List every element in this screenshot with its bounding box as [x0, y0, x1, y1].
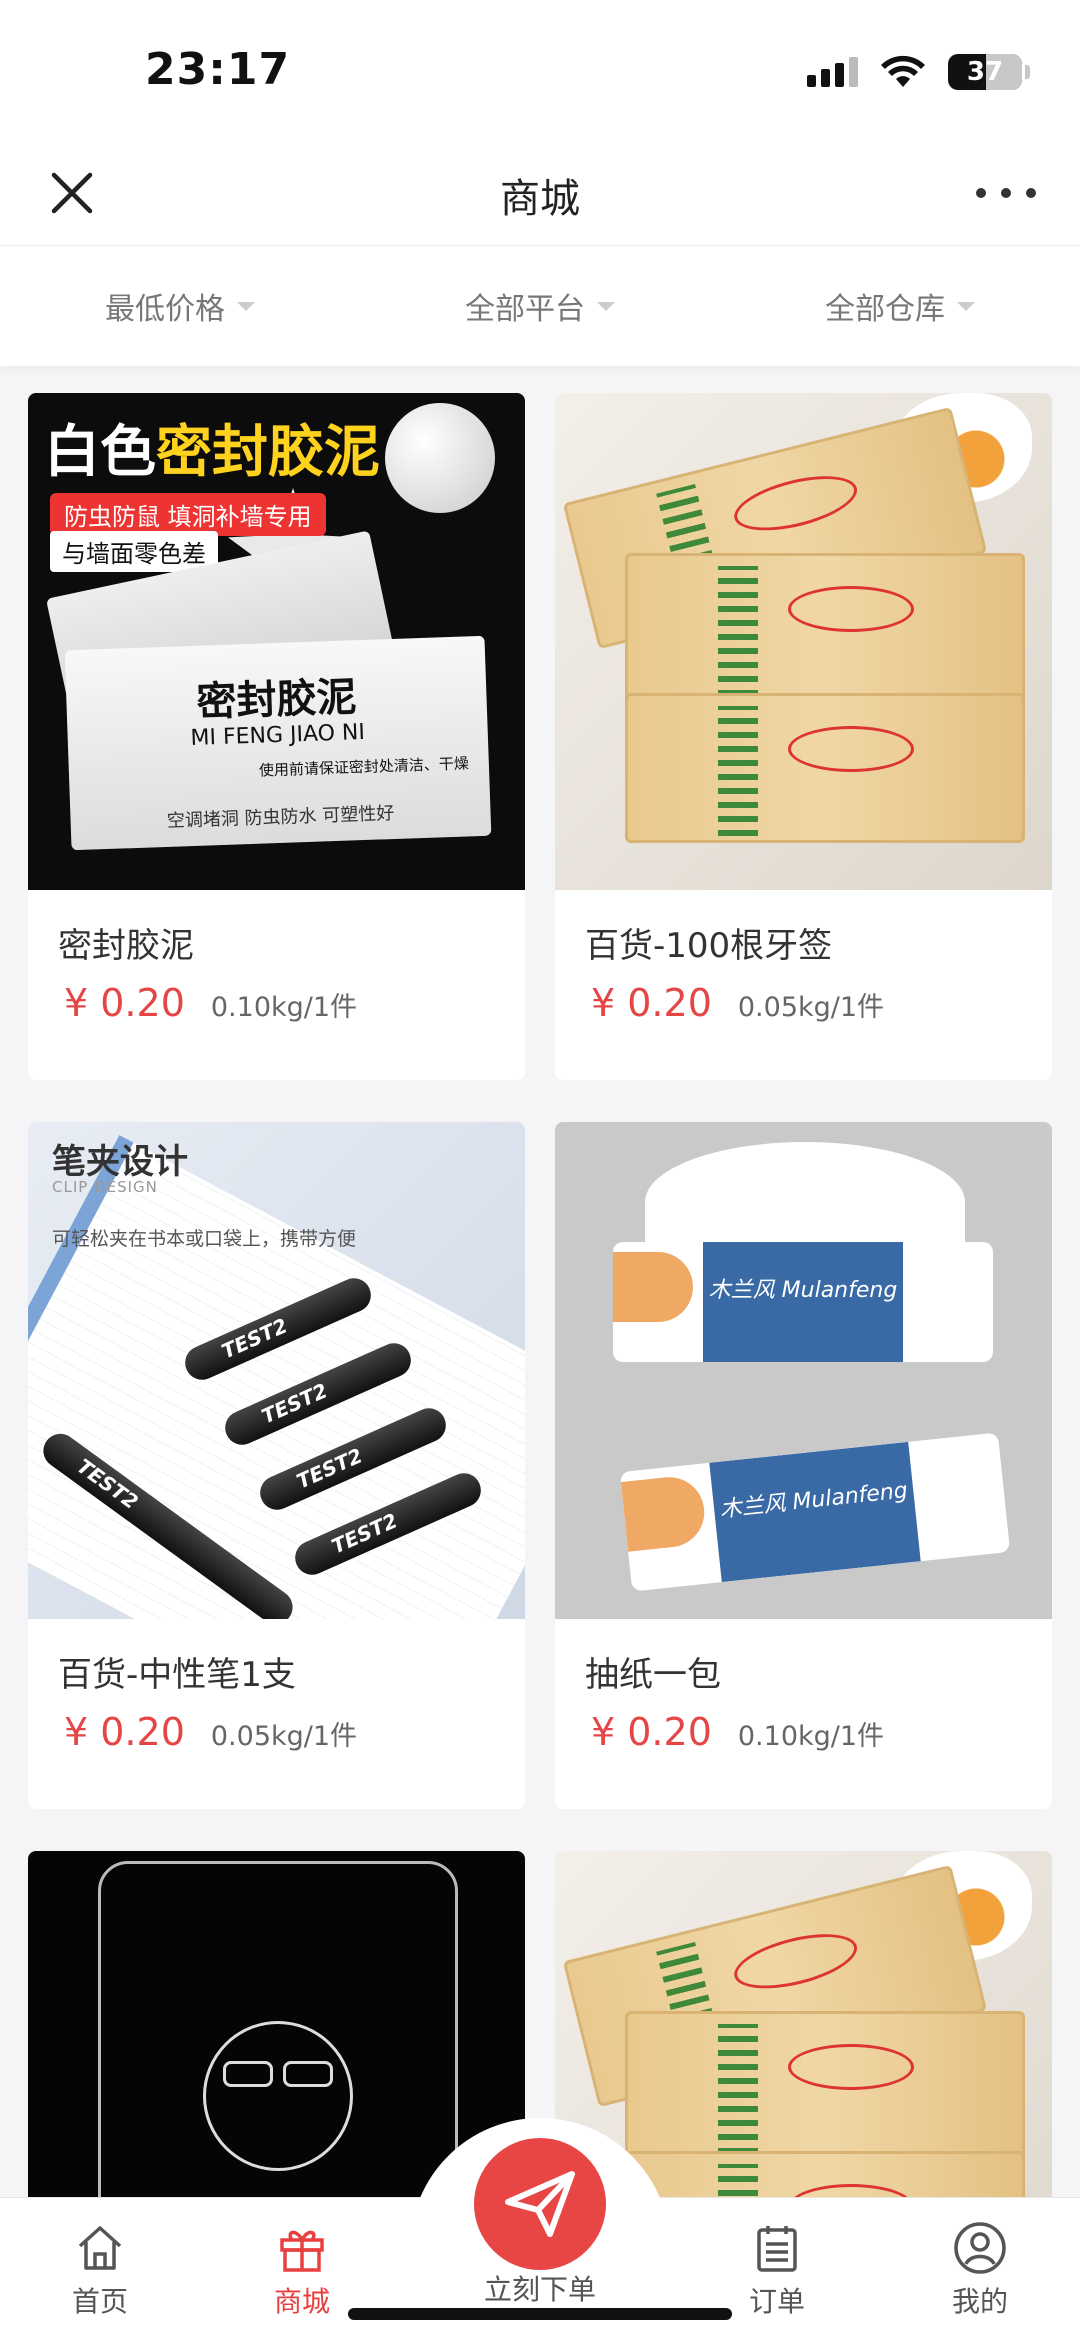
- cellular-signal-icon: [807, 57, 858, 87]
- product-weight: 0.05kg/1件: [210, 1721, 358, 1752]
- product-price: ¥ 0.20: [591, 1710, 712, 1754]
- product-weight: 0.10kg/1件: [737, 1721, 885, 1752]
- image-pack: 密封胶泥 MI FENG JIAO NI 使用前请保证密封处清洁、干燥 空调堵洞…: [64, 635, 492, 851]
- image-subheading: CLIP DESIGN: [52, 1178, 158, 1196]
- product-meta: ¥ 0.20 0.10kg/1件: [555, 1696, 1052, 1754]
- caret-down-icon: [957, 301, 975, 311]
- status-icons: 37: [807, 52, 1030, 92]
- tab-home-label: 首页: [71, 2285, 128, 2318]
- filter-warehouse[interactable]: 全部仓库: [720, 246, 1080, 366]
- product-price: ¥ 0.20: [64, 1710, 185, 1754]
- product-image: 白色密封胶泥 防虫防鼠 填洞补墙专用 与墙面零色差 密封胶泥 MI FENG J…: [28, 393, 525, 890]
- home-indicator: [348, 2308, 732, 2320]
- image-box: [625, 693, 1025, 843]
- product-card[interactable]: 木兰风 Mulanfeng 木兰风 Mulanfeng 抽纸一包 ¥ 0.20 …: [555, 1122, 1052, 1809]
- filter-platform-label: 全部平台: [465, 292, 585, 327]
- pack-footer: 空调堵洞 防虫防水 可塑性好: [166, 802, 395, 832]
- product-price: ¥ 0.20: [64, 981, 185, 1025]
- product-card[interactable]: 百货-100根牙签 ¥ 0.20 0.05kg/1件: [555, 393, 1052, 1080]
- product-image: 木兰风 Mulanfeng 木兰风 Mulanfeng: [555, 1122, 1052, 1619]
- order-now-label: 立刻下单: [483, 2273, 596, 2306]
- product-weight: 0.10kg/1件: [210, 992, 358, 1023]
- status-bar: 23:17 37: [0, 0, 1080, 140]
- product-weight: 0.05kg/1件: [737, 992, 885, 1023]
- product-name: 百货-100根牙签: [585, 926, 833, 966]
- tab-orders-label: 订单: [748, 2285, 805, 2318]
- tab-mall-label: 商城: [273, 2285, 330, 2318]
- pack-note: 使用前请保证密封处清洁、干燥: [258, 754, 470, 780]
- image-hook-ring: [223, 2061, 273, 2087]
- image-ball: [385, 403, 495, 513]
- clipboard-icon: [757, 2226, 797, 2272]
- image-box: [625, 2011, 1025, 2161]
- battery-level: 37: [966, 57, 1004, 87]
- tab-orders[interactable]: 订单: [707, 2220, 847, 2320]
- product-name: 抽纸一包: [585, 1655, 721, 1695]
- image-heading: 笔夹设计: [52, 1142, 188, 1182]
- image-headline: 白色密封胶泥: [44, 420, 380, 485]
- order-now-circle: [474, 2138, 606, 2270]
- nav-bar: 商城: [0, 140, 1080, 246]
- product-price: ¥ 0.20: [591, 981, 712, 1025]
- caret-down-icon: [597, 301, 615, 311]
- more-icon[interactable]: [976, 170, 1036, 216]
- product-meta: ¥ 0.20 0.05kg/1件: [555, 967, 1052, 1025]
- filter-bar: 最低价格 全部平台 全部仓库: [0, 246, 1080, 366]
- product-name: 密封胶泥: [58, 926, 194, 966]
- product-name: 百货-中性笔1支: [58, 1655, 296, 1695]
- image-tissue-pack: 木兰风 Mulanfeng: [619, 1432, 1011, 1592]
- gift-icon: [280, 2230, 324, 2272]
- image-tag-red: 防虫防鼠 填洞补墙专用: [50, 493, 326, 536]
- filter-warehouse-label: 全部仓库: [825, 292, 945, 327]
- battery-icon: 37: [948, 54, 1030, 90]
- filter-price[interactable]: 最低价格: [0, 246, 360, 366]
- product-card[interactable]: 白色密封胶泥 防虫防鼠 填洞补墙专用 与墙面零色差 密封胶泥 MI FENG J…: [28, 393, 525, 1080]
- product-grid: 白色密封胶泥 防虫防鼠 填洞补墙专用 与墙面零色差 密封胶泥 MI FENG J…: [28, 393, 1052, 2251]
- user-icon: [954, 2222, 1006, 2274]
- caret-down-icon: [237, 301, 255, 311]
- tab-home[interactable]: 首页: [30, 2220, 170, 2320]
- home-icon: [78, 2226, 122, 2270]
- page-title: 商城: [500, 176, 580, 222]
- wifi-icon: [881, 55, 925, 87]
- image-paper: [28, 1135, 525, 1619]
- image-hook-ring: [283, 2061, 333, 2087]
- product-meta: ¥ 0.20 0.10kg/1件: [28, 967, 525, 1025]
- tab-mine[interactable]: 我的: [910, 2220, 1050, 2320]
- image-tissue-pack: 木兰风 Mulanfeng: [613, 1242, 993, 1362]
- tab-mall[interactable]: 商城: [232, 2220, 372, 2320]
- image-hook-flower: [203, 2021, 353, 2171]
- product-image: [555, 393, 1052, 890]
- image-box: [625, 553, 1025, 703]
- status-time: 23:17: [145, 44, 291, 95]
- filter-price-label: 最低价格: [105, 292, 225, 327]
- paper-plane-icon: [505, 2171, 575, 2237]
- product-image: 笔夹设计 CLIP DESIGN 可轻松夹在书本或口袋上，携带方便 TEST2 …: [28, 1122, 525, 1619]
- filter-platform[interactable]: 全部平台: [360, 246, 720, 366]
- product-meta: ¥ 0.20 0.05kg/1件: [28, 1696, 525, 1754]
- tab-mine-label: 我的: [951, 2285, 1008, 2318]
- image-tag-white: 与墙面零色差: [50, 531, 218, 572]
- product-card[interactable]: 笔夹设计 CLIP DESIGN 可轻松夹在书本或口袋上，携带方便 TEST2 …: [28, 1122, 525, 1809]
- image-description: 可轻松夹在书本或口袋上，携带方便: [52, 1228, 357, 1250]
